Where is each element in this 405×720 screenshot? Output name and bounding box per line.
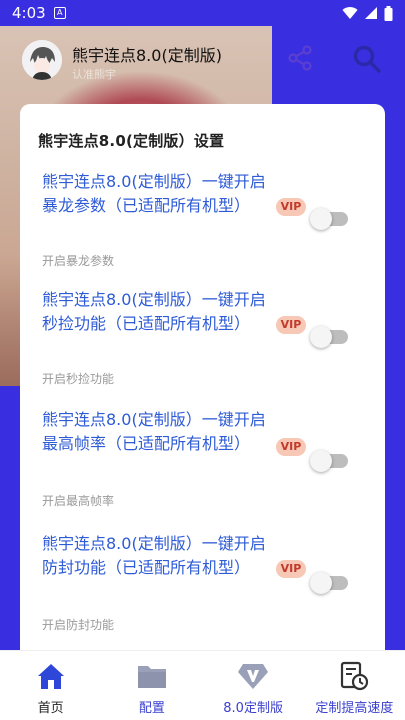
status-icons (342, 5, 393, 21)
nav-item-speed[interactable]: 定制提高速度 (304, 651, 405, 720)
nav-label: 8.0定制版 (223, 701, 283, 716)
toggle-switch-miaojian[interactable] (310, 326, 350, 348)
avatar-illustration-icon (22, 40, 62, 80)
app-subtitle: 认准熊宇 (72, 68, 116, 81)
home-icon (37, 664, 64, 689)
setting-item-text: 熊宇连点8.0(定制版）一键开启最高帧率（已适配所有机型） (42, 410, 266, 453)
nav-item-home[interactable]: 首页 (0, 651, 101, 720)
app-header: 熊宇连点8.0(定制版) 认准熊宇 (0, 26, 405, 94)
nav-label: 配置 (138, 701, 165, 716)
nav-item-config[interactable]: 配置 (101, 651, 202, 720)
setting-item-desc: 开启防封功能 (42, 618, 115, 632)
setting-item-desc: 开启秒捡功能 (42, 372, 115, 386)
vip-badge: VIP (276, 316, 306, 334)
vip-diamond-icon (238, 664, 269, 689)
schedule-icon (341, 661, 369, 691)
status-time: 4:03 (12, 4, 46, 22)
vip-badge: VIP (276, 560, 306, 578)
bottom-nav: 首页 配置 8.0定制版 定制提高速度 (0, 650, 405, 720)
search-icon[interactable] (352, 44, 382, 74)
setting-item-text: 熊宇连点8.0(定制版）一键开启暴龙参数（已适配所有机型） (42, 172, 266, 215)
folder-icon (137, 666, 166, 688)
battery-icon (384, 5, 393, 21)
notification-icon: A (53, 7, 66, 19)
vip-badge: VIP (276, 438, 306, 456)
status-bar: 4:03 A (0, 0, 405, 26)
settings-title: 熊宇连点8.0(定制版）设置 (38, 132, 225, 150)
toggle-switch-fangfeng[interactable] (310, 572, 350, 594)
settings-card: 熊宇连点8.0(定制版）设置 熊宇连点8.0(定制版）一键开启暴龙参数（已适配所… (20, 104, 385, 664)
avatar[interactable] (22, 40, 62, 80)
signal-icon (365, 7, 377, 19)
share-icon[interactable] (286, 44, 314, 72)
app-title: 熊宇连点8.0(定制版) (72, 46, 222, 65)
setting-item-text: 熊宇连点8.0(定制版）一键开启防封功能（已适配所有机型） (42, 534, 266, 577)
toggle-switch-zhenlv[interactable] (310, 450, 350, 472)
setting-item-text: 熊宇连点8.0(定制版）一键开启秒捡功能（已适配所有机型） (42, 290, 266, 333)
nav-item-custom[interactable]: 8.0定制版 (203, 651, 304, 720)
setting-item-desc: 开启暴龙参数 (42, 254, 115, 268)
toggle-switch-baolong[interactable] (310, 208, 350, 230)
nav-label: 首页 (37, 701, 64, 716)
setting-item-desc: 开启最高帧率 (42, 494, 115, 508)
nav-label: 定制提高速度 (315, 701, 394, 716)
vip-badge: VIP (276, 198, 306, 216)
wifi-icon (342, 7, 358, 20)
